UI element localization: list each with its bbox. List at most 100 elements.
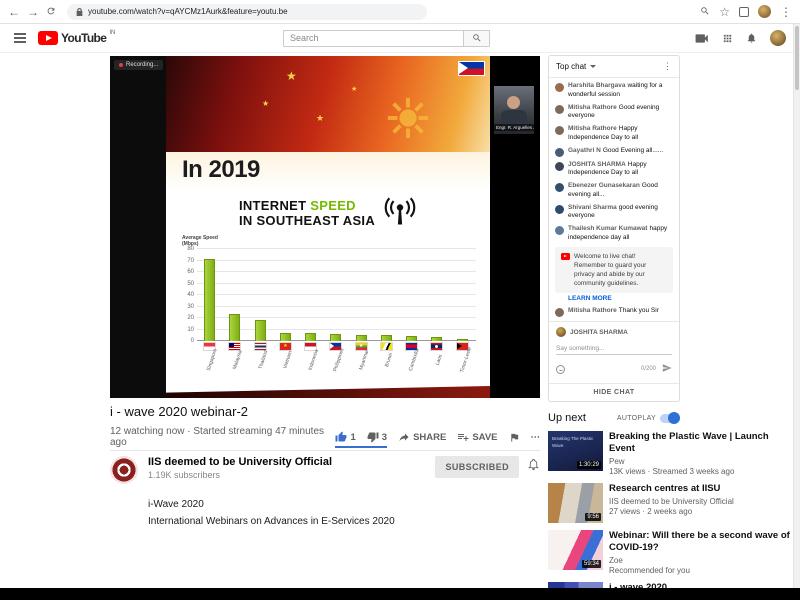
more-actions-icon[interactable]: ⋯ — [531, 432, 541, 443]
brunei-flag-icon — [381, 343, 392, 350]
share-button[interactable]: SHARE — [398, 431, 446, 443]
star-icon: ★ — [262, 100, 269, 108]
bookmark-star-icon[interactable]: ☆ — [719, 6, 730, 18]
share-icon — [398, 431, 410, 443]
thumbs-down-icon — [367, 431, 379, 443]
presenter-face — [507, 96, 520, 109]
like-button[interactable]: 1 — [335, 431, 355, 443]
learn-more-link[interactable]: LEARN MORE — [568, 295, 673, 302]
duration-badge: 9:56 — [585, 513, 601, 521]
search-button[interactable] — [463, 30, 490, 47]
hamburger-menu-icon[interactable] — [14, 33, 26, 43]
avatar[interactable] — [555, 308, 564, 317]
video-player[interactable]: Recording... ★ ★ ★ ★ In — [110, 56, 540, 398]
hide-chat-button[interactable]: HIDE CHAT — [549, 383, 679, 401]
playlist-add-icon — [457, 431, 469, 443]
subscribed-button[interactable]: SUBSCRIBED — [435, 456, 519, 478]
youtube-logo-text: YouTube — [61, 31, 106, 45]
thumbs-up-icon — [335, 431, 347, 443]
channel-avatar[interactable] — [110, 456, 138, 484]
page-scrollbar[interactable] — [793, 24, 800, 588]
chat-input[interactable] — [556, 341, 672, 355]
chevron-down-icon[interactable] — [590, 65, 596, 68]
account-avatar[interactable] — [770, 30, 786, 46]
cable-logo: cable.co.uk — [206, 391, 244, 398]
chat-author[interactable]: Shivani Sharma — [568, 204, 617, 211]
video-thumbnail[interactable]: 9:56 — [548, 483, 603, 523]
chat-author[interactable]: JOSHITA SHARMA — [568, 161, 626, 168]
vietnam-flag-icon — [280, 343, 291, 350]
duration-badge: 1:30:29 — [577, 461, 601, 469]
chart-y-axis: 01020304050607080 — [182, 249, 197, 341]
chat-author[interactable]: Mitisha Rathore — [568, 307, 617, 314]
dislike-button[interactable]: 3 — [367, 431, 387, 443]
back-icon[interactable]: ← — [8, 6, 20, 18]
chat-author[interactable]: Ebenezer Gunasekaran — [568, 182, 640, 189]
avatar[interactable] — [555, 83, 564, 92]
chat-author[interactable]: Gayathri N — [568, 147, 601, 154]
chat-message-list[interactable]: Harshita Bhargavawaiting for a wonderful… — [549, 78, 679, 321]
reload-icon[interactable] — [46, 3, 56, 21]
y-tick-label: 70 — [187, 258, 194, 264]
emoji-icon[interactable] — [556, 365, 565, 374]
avatar[interactable] — [555, 205, 564, 214]
suggestion-meta: 13K views · Streamed 3 weeks ago — [609, 467, 796, 476]
slide-year-band: In 2019 — [166, 152, 490, 194]
suggestion-item[interactable]: 9:56 Research centres at IISU IIS deemed… — [548, 483, 796, 523]
chat-mode-selector[interactable]: Top chat — [556, 62, 586, 71]
url-text: youtube.com/watch?v=qAYCMz1Aurk&feature=… — [88, 7, 288, 16]
channel-name[interactable]: IIS deemed to be University Official — [148, 456, 332, 468]
autoplay-toggle[interactable] — [660, 414, 680, 423]
avatar[interactable] — [555, 226, 564, 235]
avatar[interactable] — [555, 105, 564, 114]
chat-author[interactable]: Mitisha Rathore — [568, 125, 617, 132]
suggestion-item[interactable]: Breaking The Plastic Wave 1:30:29 Breaki… — [548, 431, 796, 476]
youtube-logo[interactable]: YouTube IN — [38, 31, 115, 45]
lock-icon — [76, 8, 83, 16]
chat-message: JOSHITA SHARMAHappy Independence Day to … — [555, 161, 673, 179]
apps-grid-icon[interactable] — [722, 33, 733, 44]
avatar[interactable] — [555, 148, 564, 157]
chart-bar — [204, 259, 215, 341]
avatar[interactable] — [555, 162, 564, 171]
notifications-bell-icon[interactable] — [746, 32, 757, 44]
chat-author[interactable]: Mitisha Rathore — [568, 104, 617, 111]
search-input[interactable] — [283, 30, 463, 47]
y-tick-label: 30 — [187, 304, 194, 310]
thumbnail-text: Breaking The Plastic Wave — [552, 436, 599, 450]
save-button[interactable]: SAVE — [457, 431, 497, 443]
scrollbar-thumb[interactable] — [795, 26, 799, 90]
browser-avatar[interactable] — [758, 5, 771, 18]
suggestion-channel: Pew — [609, 457, 796, 466]
report-flag-icon[interactable] — [509, 432, 520, 443]
presenter-name-tag: Engr. R. Arguelles Jr — [494, 124, 534, 131]
forward-icon[interactable]: → — [27, 6, 39, 18]
suggestion-item[interactable]: 59:34 Webinar: Will there be a second wa… — [548, 530, 796, 575]
chat-author[interactable]: Thailesh Kumar Kumawat — [568, 225, 647, 232]
avatar[interactable] — [556, 327, 566, 337]
star-icon: ★ — [351, 86, 357, 93]
presenter-webcam: Engr. R. Arguelles Jr — [494, 86, 534, 134]
instagram-icon — [412, 393, 421, 399]
channel-bell-icon[interactable] — [527, 458, 540, 476]
antenna-icon — [383, 196, 417, 231]
avatar[interactable] — [555, 183, 564, 192]
search-icon[interactable] — [700, 3, 710, 21]
chat-author[interactable]: Harshita Bhargava — [568, 82, 625, 89]
chat-menu-icon[interactable]: ⋮ — [663, 61, 672, 72]
create-video-icon[interactable] — [695, 33, 709, 44]
y-tick-label: 0 — [191, 338, 194, 344]
avatar[interactable] — [555, 126, 564, 135]
video-meta-row: 12 watching now · Started streaming 47 m… — [110, 426, 540, 448]
channel-subscribers: 1.19K subscribers — [148, 470, 332, 480]
extension-icon[interactable] — [739, 7, 749, 17]
address-bar[interactable]: youtube.com/watch?v=qAYCMz1Aurk&feature=… — [67, 4, 427, 20]
video-thumbnail[interactable]: 59:34 — [548, 530, 603, 570]
chart-bar — [356, 335, 367, 341]
browser-menu-icon[interactable]: ⋮ — [780, 6, 792, 18]
y-tick-label: 10 — [187, 327, 194, 333]
recording-badge: Recording... — [114, 60, 163, 70]
video-thumbnail[interactable]: Breaking The Plastic Wave 1:30:29 — [548, 431, 603, 471]
chat-message: Mitisha RathoreGood evening everyone — [555, 104, 673, 122]
send-icon[interactable] — [662, 360, 672, 378]
